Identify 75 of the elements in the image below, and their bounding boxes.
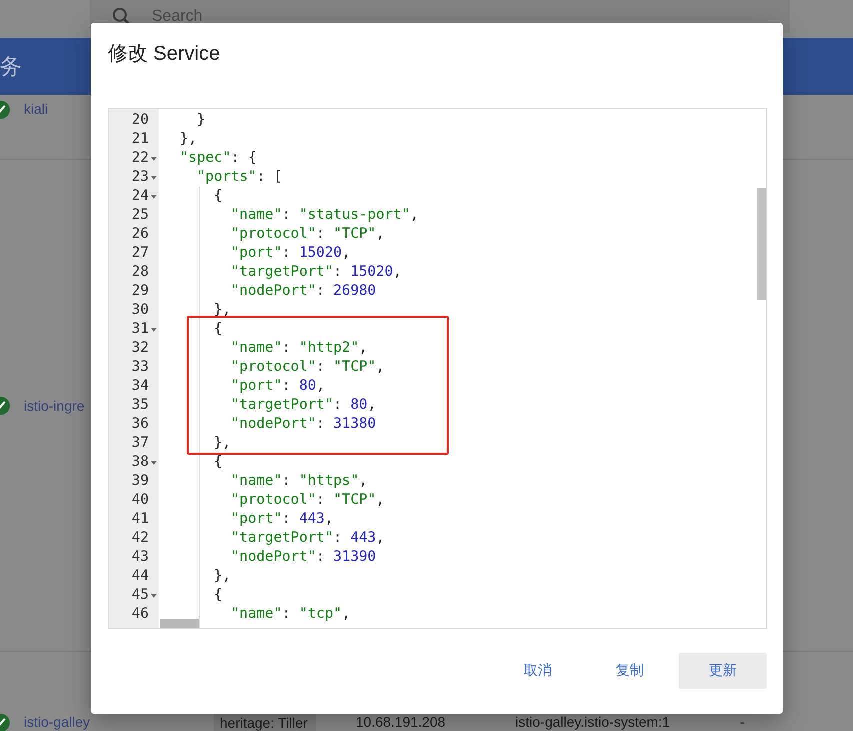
code-line: { — [214, 187, 223, 206]
header-title: 务 — [0, 52, 22, 80]
code-line: "port": 80, — [231, 377, 325, 396]
code-line: "nodePort": 26980 — [231, 282, 376, 301]
table-cell: istio-galley.istio-system:1 — [516, 714, 670, 730]
code-line: "ports": [ — [197, 168, 282, 187]
update-button[interactable]: 更新 — [679, 653, 767, 689]
code-line: "name": "https", — [231, 472, 368, 491]
line-number: 32 — [132, 339, 149, 358]
code-editor[interactable] — [108, 108, 767, 629]
line-number: 43 — [132, 548, 149, 567]
service-link[interactable]: istio-galley — [24, 714, 194, 730]
line-number: 25 — [132, 206, 149, 225]
code-line: }, — [214, 301, 232, 320]
line-number: 39 — [132, 472, 149, 491]
code-line: "protocol": "TCP", — [231, 491, 385, 510]
code-line: "name": "tcp", — [231, 605, 351, 624]
line-number: 27 — [132, 244, 149, 263]
line-number: 29 — [132, 282, 149, 301]
line-number: 33 — [132, 358, 149, 377]
code-line: { — [214, 320, 223, 339]
code-line: }, — [214, 434, 232, 453]
code-line: "name": "status-port", — [231, 206, 419, 225]
code-line: "nodePort": 31390 — [231, 548, 376, 567]
line-number: 26 — [132, 225, 149, 244]
line-number: 44 — [132, 567, 149, 586]
table-cell: - — [740, 714, 745, 730]
code-line: "nodePort": 31380 — [231, 415, 376, 434]
code-line: "port": 15020, — [231, 244, 351, 263]
code-line: "targetPort": 15020, — [231, 263, 402, 282]
table-cell: 10.68.191.208 — [356, 714, 446, 730]
check-icon — [0, 101, 10, 119]
line-number: 31 — [132, 320, 149, 339]
code-line: "targetPort": 443, — [231, 529, 385, 548]
line-number: 36 — [132, 415, 149, 434]
code-line: "spec": { — [180, 149, 257, 168]
code-line: { — [214, 453, 223, 472]
line-number: 20 — [132, 111, 149, 130]
scrollbar-thumb[interactable] — [160, 619, 199, 628]
line-number: 35 — [132, 396, 149, 415]
code-line: }, — [180, 130, 198, 149]
dialog-title: 修改 Service — [108, 42, 222, 66]
code-line: }, — [214, 567, 232, 586]
line-number: 22 — [132, 149, 149, 168]
fold-caret-icon[interactable] — [151, 594, 157, 598]
fold-caret-icon[interactable] — [151, 157, 157, 161]
line-number: 28 — [132, 263, 149, 282]
text-button[interactable]: 取消 — [495, 653, 581, 689]
code-line: "protocol": "TCP", — [231, 358, 385, 377]
line-number: 34 — [132, 377, 149, 396]
line-number: 23 — [132, 168, 149, 187]
fold-caret-icon[interactable] — [151, 176, 157, 180]
fold-caret-icon[interactable] — [151, 328, 157, 332]
code-line: "targetPort": 80, — [231, 396, 376, 415]
line-number: 30 — [132, 301, 149, 320]
label-tag: heritage: Tiller — [214, 714, 316, 731]
code-line: "protocol": "TCP", — [231, 225, 385, 244]
code-line: { — [214, 586, 223, 605]
line-number: 37 — [132, 434, 149, 453]
line-number: 40 — [132, 491, 149, 510]
text-button[interactable]: 复制 — [587, 653, 673, 689]
line-number: 46 — [132, 605, 149, 624]
line-number: 42 — [132, 529, 149, 548]
code-line: } — [197, 111, 206, 130]
line-number: 45 — [132, 586, 149, 605]
check-icon — [0, 396, 10, 414]
line-number: 21 — [132, 130, 149, 149]
line-number: 38 — [132, 453, 149, 472]
fold-caret-icon[interactable] — [151, 195, 157, 199]
code-line: "port": 443, — [231, 510, 334, 529]
scrollbar-thumb[interactable] — [757, 188, 766, 300]
line-number: 41 — [132, 510, 149, 529]
fold-caret-icon[interactable] — [151, 461, 157, 465]
code-line: "name": "http2", — [231, 339, 368, 358]
line-number: 24 — [132, 187, 149, 206]
